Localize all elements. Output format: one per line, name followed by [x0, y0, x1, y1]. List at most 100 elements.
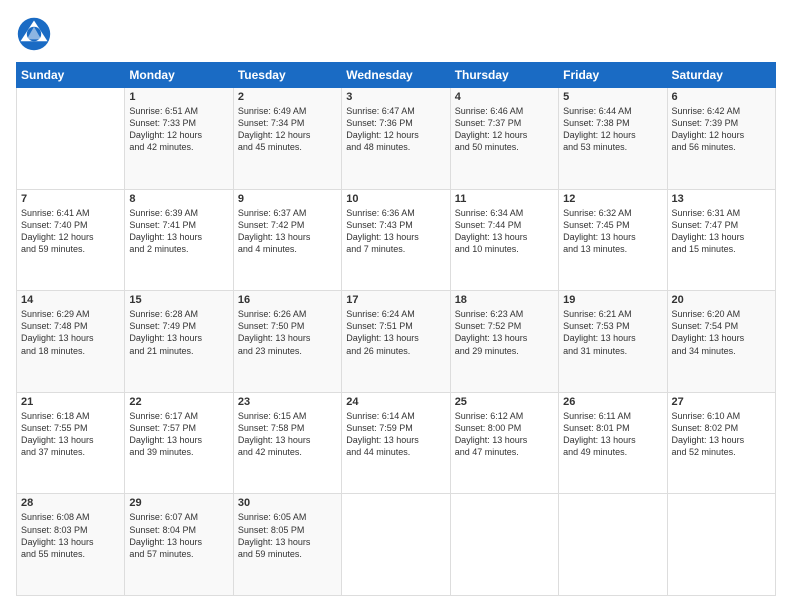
day-info: Sunrise: 6:15 AM Sunset: 7:58 PM Dayligh… [238, 410, 337, 459]
day-number: 26 [563, 396, 662, 408]
day-info: Sunrise: 6:11 AM Sunset: 8:01 PM Dayligh… [563, 410, 662, 459]
day-info: Sunrise: 6:18 AM Sunset: 7:55 PM Dayligh… [21, 410, 120, 459]
day-number: 18 [455, 294, 554, 306]
calendar-cell: 26 Sunrise: 6:11 AM Sunset: 8:01 PM Dayli… [559, 392, 667, 494]
day-number: 11 [455, 193, 554, 205]
day-info: Sunrise: 6:10 AM Sunset: 8:02 PM Dayligh… [672, 410, 771, 459]
week-row-2: 7 Sunrise: 6:41 AM Sunset: 7:40 PM Daylig… [17, 189, 776, 291]
calendar-cell: 16 Sunrise: 6:26 AM Sunset: 7:50 PM Dayli… [233, 291, 341, 393]
day-info: Sunrise: 6:41 AM Sunset: 7:40 PM Dayligh… [21, 207, 120, 256]
day-number: 4 [455, 91, 554, 103]
day-info: Sunrise: 6:47 AM Sunset: 7:36 PM Dayligh… [346, 105, 445, 154]
page: SundayMondayTuesdayWednesdayThursdayFrid… [0, 0, 792, 612]
calendar-cell: 11 Sunrise: 6:34 AM Sunset: 7:44 PM Dayli… [450, 189, 558, 291]
day-info: Sunrise: 6:07 AM Sunset: 8:04 PM Dayligh… [129, 511, 228, 560]
calendar-cell: 24Sunrise: 6:14 AM Sunset: 7:59 PM Dayli… [342, 392, 450, 494]
day-info: Sunrise: 6:39 AM Sunset: 7:41 PM Dayligh… [129, 207, 228, 256]
day-info: Sunrise: 6:28 AM Sunset: 7:49 PM Dayligh… [129, 308, 228, 357]
calendar-cell: 4 Sunrise: 6:46 AM Sunset: 7:37 PM Daylig… [450, 88, 558, 190]
header-row: SundayMondayTuesdayWednesdayThursdayFrid… [17, 63, 776, 88]
calendar-cell: 5 Sunrise: 6:44 AM Sunset: 7:38 PM Daylig… [559, 88, 667, 190]
week-row-1: 1 Sunrise: 6:51 AM Sunset: 7:33 PM Daylig… [17, 88, 776, 190]
calendar-cell: 18Sunrise: 6:23 AM Sunset: 7:52 PM Dayli… [450, 291, 558, 393]
calendar-cell: 20Sunrise: 6:20 AM Sunset: 7:54 PM Dayli… [667, 291, 775, 393]
day-info: Sunrise: 6:51 AM Sunset: 7:33 PM Dayligh… [129, 105, 228, 154]
day-info: Sunrise: 6:08 AM Sunset: 8:03 PM Dayligh… [21, 511, 120, 560]
day-info: Sunrise: 6:32 AM Sunset: 7:45 PM Dayligh… [563, 207, 662, 256]
day-number: 9 [238, 193, 337, 205]
calendar-cell [559, 494, 667, 596]
calendar-cell [450, 494, 558, 596]
calendar-cell: 30 Sunrise: 6:05 AM Sunset: 8:05 PM Dayli… [233, 494, 341, 596]
calendar-cell: 8 Sunrise: 6:39 AM Sunset: 7:41 PM Daylig… [125, 189, 233, 291]
calendar-cell: 6 Sunrise: 6:42 AM Sunset: 7:39 PM Daylig… [667, 88, 775, 190]
calendar-cell: 13 Sunrise: 6:31 AM Sunset: 7:47 PM Dayli… [667, 189, 775, 291]
calendar-cell: 10 Sunrise: 6:36 AM Sunset: 7:43 PM Dayli… [342, 189, 450, 291]
calendar-cell: 19Sunrise: 6:21 AM Sunset: 7:53 PM Dayli… [559, 291, 667, 393]
col-header-monday: Monday [125, 63, 233, 88]
day-number: 17 [346, 294, 445, 306]
logo [16, 16, 56, 52]
day-number: 10 [346, 193, 445, 205]
day-number: 20 [672, 294, 771, 306]
day-number: 25 [455, 396, 554, 408]
week-row-4: 21 Sunrise: 6:18 AM Sunset: 7:55 PM Dayli… [17, 392, 776, 494]
day-info: Sunrise: 6:34 AM Sunset: 7:44 PM Dayligh… [455, 207, 554, 256]
calendar-cell: 23 Sunrise: 6:15 AM Sunset: 7:58 PM Dayli… [233, 392, 341, 494]
day-number: 29 [129, 497, 228, 509]
day-number: 21 [21, 396, 120, 408]
day-number: 24 [346, 396, 445, 408]
day-number: 13 [672, 193, 771, 205]
day-number: 3 [346, 91, 445, 103]
calendar-cell: 2Sunrise: 6:49 AM Sunset: 7:34 PM Daylig… [233, 88, 341, 190]
day-number: 1 [129, 91, 228, 103]
day-number: 19 [563, 294, 662, 306]
col-header-friday: Friday [559, 63, 667, 88]
week-row-3: 14Sunrise: 6:29 AM Sunset: 7:48 PM Dayli… [17, 291, 776, 393]
col-header-thursday: Thursday [450, 63, 558, 88]
calendar-cell: 21 Sunrise: 6:18 AM Sunset: 7:55 PM Dayli… [17, 392, 125, 494]
col-header-tuesday: Tuesday [233, 63, 341, 88]
day-number: 28 [21, 497, 120, 509]
day-number: 23 [238, 396, 337, 408]
calendar-cell [667, 494, 775, 596]
calendar-cell: 27 Sunrise: 6:10 AM Sunset: 8:02 PM Dayli… [667, 392, 775, 494]
calendar-cell: 15 Sunrise: 6:28 AM Sunset: 7:49 PM Dayli… [125, 291, 233, 393]
calendar-cell: 29 Sunrise: 6:07 AM Sunset: 8:04 PM Dayli… [125, 494, 233, 596]
day-number: 16 [238, 294, 337, 306]
col-header-sunday: Sunday [17, 63, 125, 88]
day-info: Sunrise: 6:17 AM Sunset: 7:57 PM Dayligh… [129, 410, 228, 459]
week-row-5: 28 Sunrise: 6:08 AM Sunset: 8:03 PM Dayli… [17, 494, 776, 596]
day-info: Sunrise: 6:26 AM Sunset: 7:50 PM Dayligh… [238, 308, 337, 357]
calendar-cell: 25Sunrise: 6:12 AM Sunset: 8:00 PM Dayli… [450, 392, 558, 494]
day-number: 22 [129, 396, 228, 408]
col-header-wednesday: Wednesday [342, 63, 450, 88]
day-number: 15 [129, 294, 228, 306]
day-info: Sunrise: 6:44 AM Sunset: 7:38 PM Dayligh… [563, 105, 662, 154]
calendar-cell: 28 Sunrise: 6:08 AM Sunset: 8:03 PM Dayli… [17, 494, 125, 596]
calendar-table: SundayMondayTuesdayWednesdayThursdayFrid… [16, 62, 776, 596]
day-number: 27 [672, 396, 771, 408]
day-info: Sunrise: 6:42 AM Sunset: 7:39 PM Dayligh… [672, 105, 771, 154]
calendar-cell: 22 Sunrise: 6:17 AM Sunset: 7:57 PM Dayli… [125, 392, 233, 494]
day-number: 8 [129, 193, 228, 205]
calendar-cell: 17Sunrise: 6:24 AM Sunset: 7:51 PM Dayli… [342, 291, 450, 393]
calendar-cell [342, 494, 450, 596]
day-number: 12 [563, 193, 662, 205]
day-number: 5 [563, 91, 662, 103]
day-info: Sunrise: 6:05 AM Sunset: 8:05 PM Dayligh… [238, 511, 337, 560]
day-number: 7 [21, 193, 120, 205]
header [16, 16, 776, 52]
calendar-cell: 12 Sunrise: 6:32 AM Sunset: 7:45 PM Dayli… [559, 189, 667, 291]
day-info: Sunrise: 6:29 AM Sunset: 7:48 PM Dayligh… [21, 308, 120, 357]
calendar-cell: 1 Sunrise: 6:51 AM Sunset: 7:33 PM Daylig… [125, 88, 233, 190]
day-info: Sunrise: 6:31 AM Sunset: 7:47 PM Dayligh… [672, 207, 771, 256]
day-info: Sunrise: 6:46 AM Sunset: 7:37 PM Dayligh… [455, 105, 554, 154]
day-number: 6 [672, 91, 771, 103]
calendar-cell [17, 88, 125, 190]
day-number: 30 [238, 497, 337, 509]
day-number: 2 [238, 91, 337, 103]
calendar-cell: 7 Sunrise: 6:41 AM Sunset: 7:40 PM Daylig… [17, 189, 125, 291]
calendar-cell: 9Sunrise: 6:37 AM Sunset: 7:42 PM Daylig… [233, 189, 341, 291]
day-info: Sunrise: 6:36 AM Sunset: 7:43 PM Dayligh… [346, 207, 445, 256]
